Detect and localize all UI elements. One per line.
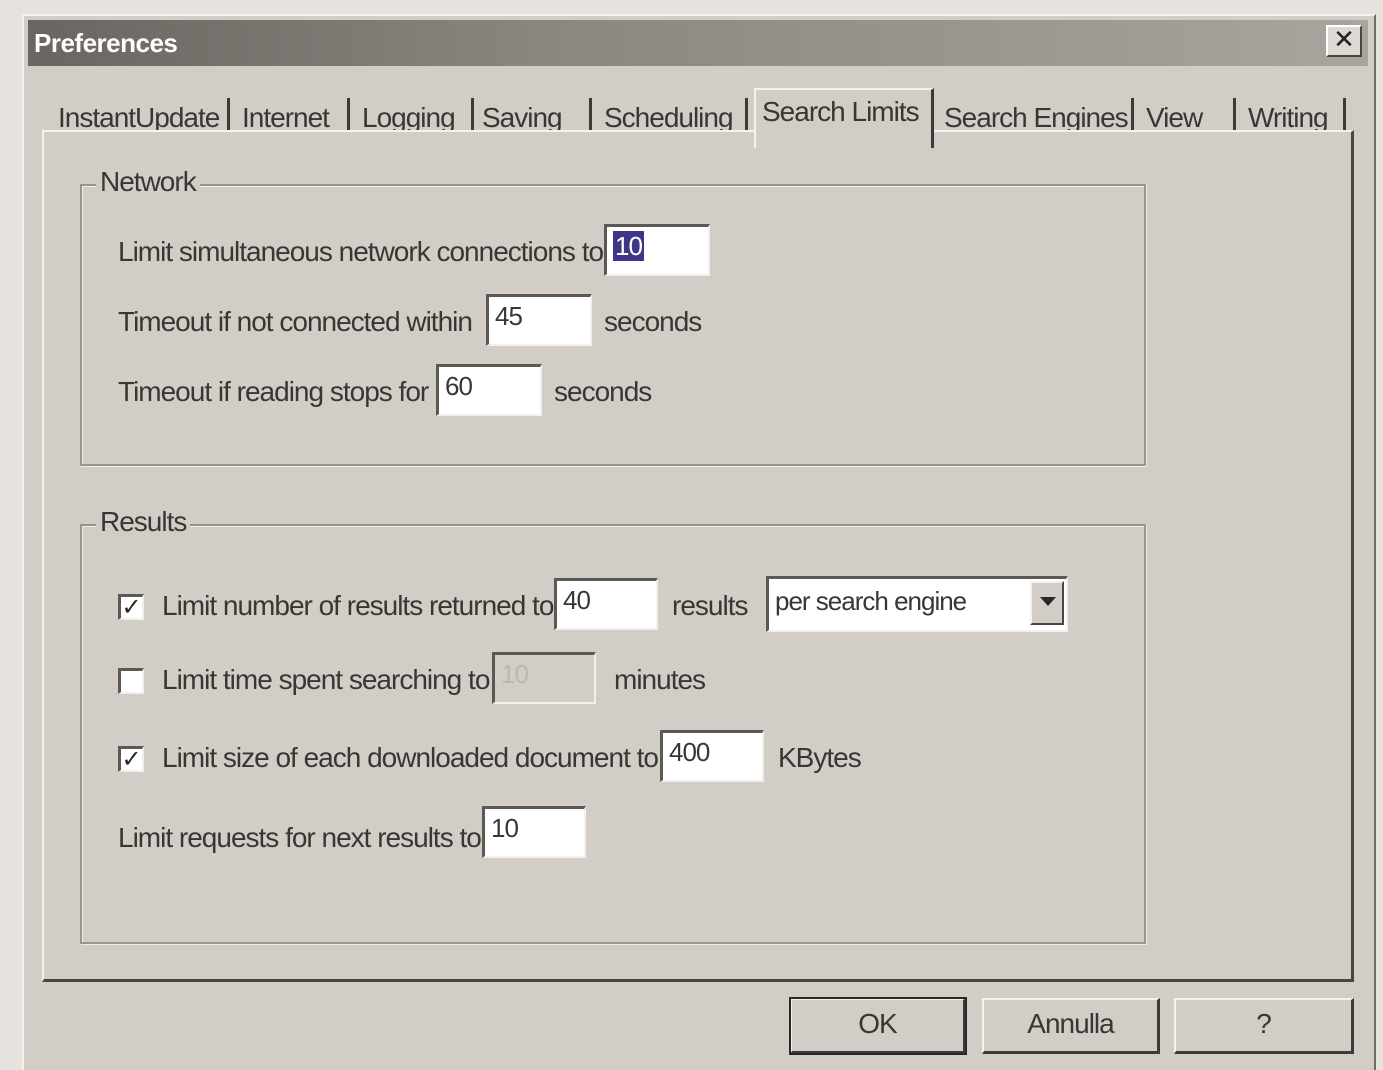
limit-time-input: 10	[492, 652, 596, 704]
tab-search-limits[interactable]: Search Limits	[754, 88, 934, 148]
limit-results-unit: results	[672, 590, 748, 621]
next-results-label: Limit requests for next results to	[118, 822, 482, 853]
limit-size-input[interactable]: 400	[660, 730, 764, 782]
title-bar[interactable]: Preferences ✕	[28, 20, 1368, 66]
limit-size-label: Limit size of each downloaded document t…	[162, 742, 659, 773]
network-group-title: Network	[96, 166, 200, 198]
check-icon: ✓	[121, 745, 142, 773]
results-group: Results ✓ Limit number of results return…	[80, 506, 1146, 944]
window-title: Preferences	[34, 28, 178, 58]
ok-button[interactable]: OK	[789, 997, 967, 1055]
next-results-input[interactable]: 10	[482, 806, 586, 858]
network-group: Network Limit simultaneous network conne…	[80, 166, 1146, 466]
help-button[interactable]: ?	[1174, 998, 1354, 1054]
close-button[interactable]: ✕	[1326, 25, 1362, 57]
connect-timeout-label: Timeout if not connected within	[118, 306, 473, 337]
chevron-down-icon[interactable]	[1030, 581, 1064, 625]
limit-size-unit: KBytes	[778, 742, 862, 773]
connections-label: Limit simultaneous network connections t…	[118, 236, 604, 267]
read-timeout-input[interactable]: 60	[436, 364, 542, 416]
limit-results-checkbox[interactable]: ✓	[118, 594, 144, 620]
connect-timeout-unit: seconds	[604, 306, 702, 337]
read-timeout-label: Timeout if reading stops for	[118, 376, 429, 407]
connect-timeout-input[interactable]: 45	[486, 294, 592, 346]
read-timeout-unit: seconds	[554, 376, 652, 407]
close-icon: ✕	[1333, 25, 1355, 55]
search-limits-panel: Network Limit simultaneous network conne…	[42, 130, 1354, 982]
limit-size-checkbox[interactable]: ✓	[118, 746, 144, 772]
results-scope-dropdown[interactable]: per search engine	[766, 576, 1068, 632]
results-group-title: Results	[96, 506, 191, 538]
cancel-button[interactable]: Annulla	[982, 998, 1160, 1054]
connections-value: 10	[613, 231, 644, 261]
connections-input[interactable]: 10	[604, 224, 710, 276]
results-scope-value: per search engine	[775, 586, 967, 616]
limit-results-input[interactable]: 40	[554, 578, 658, 630]
preferences-dialog: Preferences ✕ InstantUpdate Internet Log…	[22, 14, 1376, 1070]
limit-time-label: Limit time spent searching to	[162, 664, 490, 695]
limit-time-unit: minutes	[614, 664, 706, 695]
check-icon: ✓	[121, 593, 142, 621]
limit-time-checkbox[interactable]	[118, 668, 144, 694]
limit-results-label: Limit number of results returned to	[162, 590, 554, 621]
